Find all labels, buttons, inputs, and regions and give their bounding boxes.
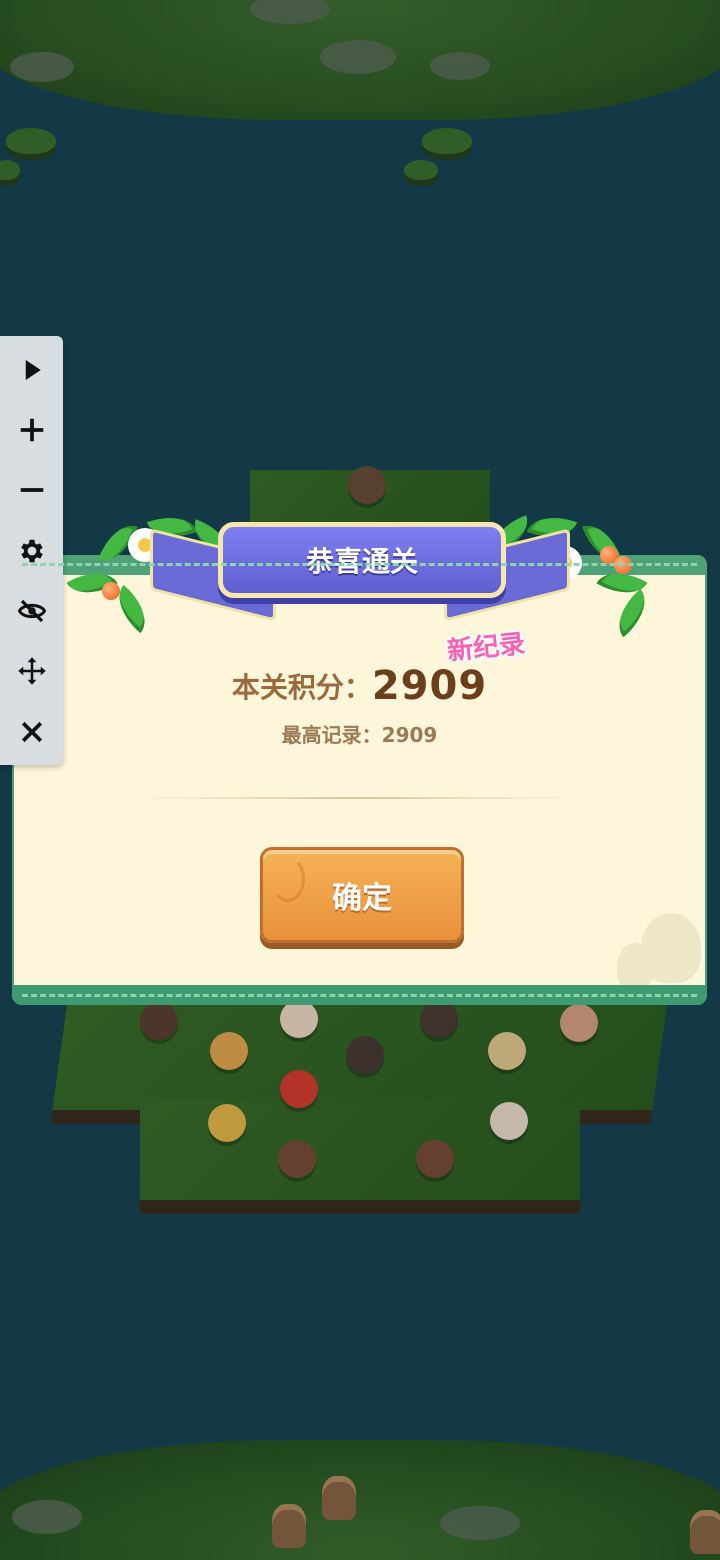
plus-icon	[20, 418, 44, 442]
zoom-in-button[interactable]	[12, 410, 52, 450]
best-score-row: 最高记录：2909	[12, 719, 707, 748]
zoom-out-button[interactable]	[12, 470, 52, 510]
close-button[interactable]	[12, 712, 52, 752]
title-banner: 恭喜通关	[0, 500, 720, 640]
game-stage: 新纪录 本关积分：2909 最高记录：2909 确定 恭喜通关	[0, 0, 720, 1560]
score-row: 本关积分：2909	[12, 663, 707, 709]
confirm-button-label: 确定	[332, 881, 392, 916]
score-label: 本关积分：	[231, 671, 372, 704]
hide-button[interactable]	[12, 591, 52, 631]
move-icon	[18, 657, 46, 685]
play-icon	[25, 360, 41, 380]
score-value: 2909	[371, 663, 488, 709]
berry-decoration	[102, 582, 120, 600]
gear-icon	[21, 539, 43, 563]
leaf-decoration	[606, 588, 658, 638]
dialog-top-border	[22, 563, 697, 566]
wood-swirl-decoration	[271, 856, 305, 902]
eye-off-icon	[17, 599, 47, 623]
move-button[interactable]	[12, 651, 52, 691]
minus-icon	[20, 488, 44, 492]
confirm-button[interactable]: 确定	[260, 847, 464, 943]
floating-toolbar	[0, 336, 63, 765]
best-score-value: 2909	[381, 723, 438, 747]
mascot-decoration	[641, 913, 701, 983]
best-score-label: 最高记录：	[281, 723, 382, 747]
play-button[interactable]	[12, 350, 52, 390]
divider	[132, 797, 582, 799]
dialog-title: 恭喜通关	[218, 522, 506, 598]
dialog-bottom-border	[22, 994, 697, 997]
close-icon	[21, 721, 43, 743]
